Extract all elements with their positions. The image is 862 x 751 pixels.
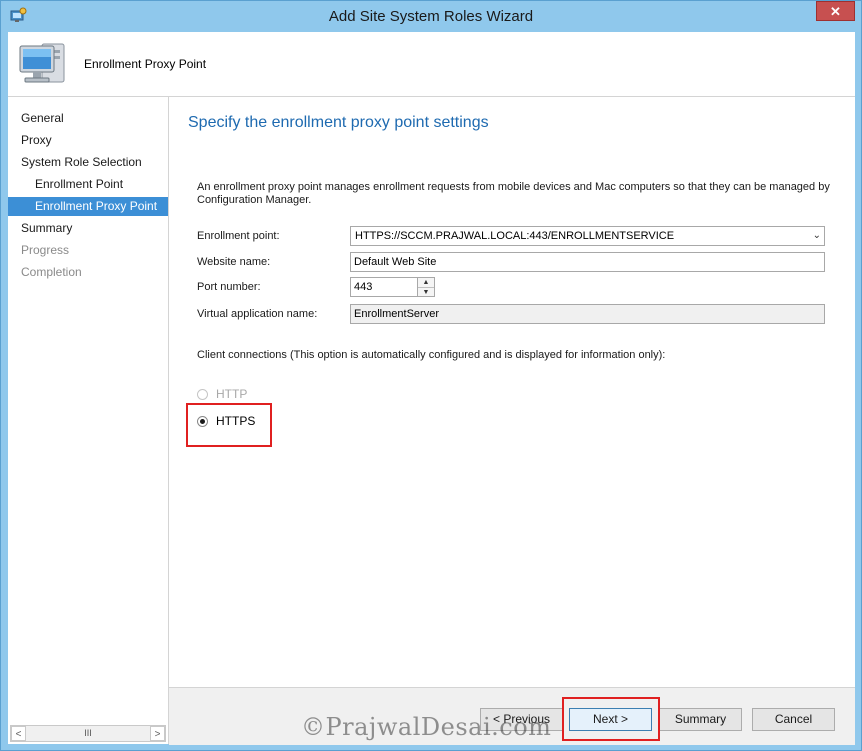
virtual-app-name-field: EnrollmentServer bbox=[350, 304, 825, 324]
virtual-app-name-label: Virtual application name: bbox=[197, 308, 318, 320]
https-highlight-box bbox=[186, 403, 272, 447]
enrollment-point-select[interactable]: HTTPS://SCCM.PRAJWAL.LOCAL:443/ENROLLMEN… bbox=[350, 226, 825, 246]
client-connections-label: Client connections (This option is autom… bbox=[197, 349, 666, 361]
page-description: An enrollment proxy point manages enroll… bbox=[197, 181, 830, 206]
enrollment-point-value: HTTPS://SCCM.PRAJWAL.LOCAL:443/ENROLLMEN… bbox=[355, 230, 675, 242]
cancel-button[interactable]: Cancel bbox=[752, 708, 835, 731]
nav-item-enrollment-point[interactable]: Enrollment Point bbox=[8, 175, 168, 194]
watermark-text: ©PrajwalDesai.com bbox=[301, 713, 552, 741]
scroll-thumb[interactable]: III bbox=[27, 727, 149, 740]
enrollment-point-label: Enrollment point: bbox=[197, 230, 280, 242]
wizard-content: Specify the enrollment proxy point setti… bbox=[169, 97, 855, 687]
spin-down-icon[interactable]: ▼ bbox=[418, 287, 434, 297]
wizard-header: Enrollment Proxy Point bbox=[8, 32, 855, 97]
title-bar: Add Site System Roles Wizard ✕ bbox=[1, 1, 861, 32]
next-highlight-box bbox=[562, 697, 660, 741]
header-title: Enrollment Proxy Point bbox=[84, 57, 207, 71]
wizard-nav: General Proxy System Role Selection Enro… bbox=[8, 97, 169, 744]
port-number-stepper[interactable]: ▲ ▼ bbox=[417, 277, 435, 297]
page-heading: Specify the enrollment proxy point setti… bbox=[188, 114, 489, 131]
scroll-left-icon[interactable]: < bbox=[11, 726, 26, 741]
nav-item-progress: Progress bbox=[21, 243, 70, 257]
chevron-down-icon[interactable]: ⌄ bbox=[813, 227, 821, 245]
wizard-window: Add Site System Roles Wizard ✕ Enrollmen… bbox=[0, 0, 862, 751]
computer-monitor-icon bbox=[19, 43, 65, 83]
spin-up-icon[interactable]: ▲ bbox=[418, 278, 434, 287]
port-number-label: Port number: bbox=[197, 281, 261, 293]
http-radio bbox=[197, 389, 208, 400]
nav-item-general[interactable]: General bbox=[8, 109, 168, 128]
sidebar-horizontal-scrollbar[interactable]: < III > bbox=[10, 725, 166, 742]
http-radio-label: HTTP bbox=[216, 387, 248, 401]
close-button[interactable]: ✕ bbox=[816, 1, 855, 21]
summary-button[interactable]: Summary bbox=[659, 708, 742, 731]
nav-item-summary[interactable]: Summary bbox=[8, 219, 168, 238]
nav-item-enrollment-proxy-point[interactable]: Enrollment Proxy Point bbox=[8, 197, 168, 216]
nav-item-proxy[interactable]: Proxy bbox=[8, 131, 168, 150]
nav-item-system-role-selection[interactable]: System Role Selection bbox=[8, 153, 168, 172]
window-title: Add Site System Roles Wizard bbox=[328, 8, 534, 25]
port-number-input[interactable]: 443 bbox=[350, 277, 418, 297]
website-name-label: Website name: bbox=[197, 256, 271, 268]
website-name-input[interactable]: Default Web Site bbox=[350, 252, 825, 272]
scroll-right-icon[interactable]: > bbox=[150, 726, 165, 741]
nav-item-completion: Completion bbox=[21, 265, 82, 279]
